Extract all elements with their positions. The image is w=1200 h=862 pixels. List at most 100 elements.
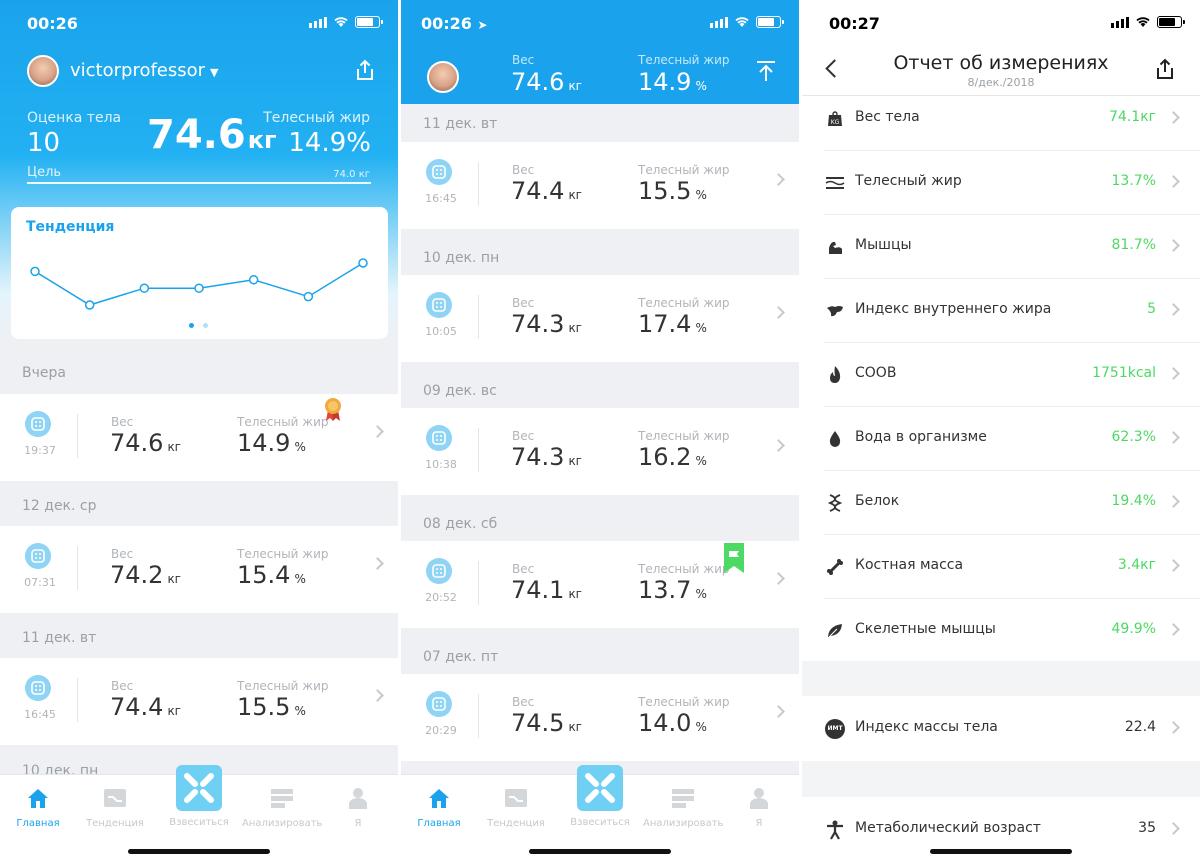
tab-trend[interactable]: Тенденция bbox=[75, 787, 155, 829]
record-row[interactable]: 20:52 Вес 74.1 кг Телесный жир 13.7% bbox=[401, 541, 799, 628]
record-row[interactable]: 07:31 Вес 74.2 кг Телесный жир 15.4% bbox=[0, 526, 398, 613]
metric-row[interactable]: Индекс внутреннего жира 5 bbox=[824, 279, 1200, 343]
battery-icon bbox=[1157, 16, 1185, 28]
avatar[interactable] bbox=[27, 55, 59, 87]
record-fat-value: 15.5 bbox=[237, 693, 291, 721]
metric-value: 35 bbox=[1138, 820, 1156, 836]
chevron-right-icon bbox=[1167, 623, 1180, 636]
tab-me[interactable]: Я bbox=[318, 787, 398, 829]
tab-analyze[interactable]: Анализировать bbox=[242, 787, 322, 829]
record-fat-value: 14.9 bbox=[237, 429, 291, 457]
tab-me[interactable]: Я bbox=[719, 787, 799, 829]
record-weight: 74.1 кг bbox=[511, 576, 582, 604]
visceral-fat-icon bbox=[824, 301, 846, 321]
weigh-button[interactable] bbox=[577, 765, 623, 811]
metric-row[interactable]: KG Вес тела 74.1кг bbox=[824, 87, 1200, 151]
tab-weigh[interactable]: Взвеситься bbox=[560, 817, 640, 828]
metric-name: Телесный жир bbox=[855, 173, 962, 189]
tab-label: Я bbox=[755, 818, 763, 829]
goal-label: Цель bbox=[27, 165, 62, 180]
record-row[interactable]: 20:29 Вес 74.5 кг Телесный жир 14.0% bbox=[401, 674, 799, 761]
weight-label: Вес bbox=[512, 562, 535, 576]
record-fat-value: 16.2 bbox=[638, 443, 692, 471]
body-score-label: Оценка тела bbox=[27, 110, 122, 126]
bmi-icon-text: ИМТ bbox=[825, 719, 845, 739]
trend-point bbox=[84, 300, 95, 310]
status-time: 00:27 bbox=[829, 14, 880, 33]
metric-row[interactable]: СООВ 1751kcal bbox=[824, 343, 1200, 407]
tab-trend[interactable]: Тенденция bbox=[476, 787, 556, 829]
record-row[interactable]: 16:45 Вес 74.4 кг Телесный жир 15.5% bbox=[0, 658, 398, 745]
metric-row-bmi[interactable]: ИМТ Индекс массы тела 22.4 bbox=[824, 697, 1200, 761]
unit-pct: % bbox=[695, 321, 707, 335]
metric-value: 1751kcal bbox=[1092, 365, 1156, 381]
body-fat-icon bbox=[824, 173, 846, 193]
tab-home[interactable]: Главная bbox=[401, 787, 479, 829]
trend-card[interactable]: Тенденция bbox=[11, 207, 388, 339]
signal-icon bbox=[1111, 16, 1129, 28]
unit-kg: кг bbox=[568, 188, 582, 202]
body-score-value: 10 bbox=[27, 128, 61, 158]
share-icon[interactable] bbox=[354, 59, 376, 81]
metric-name: Индекс внутреннего жира bbox=[855, 301, 1052, 317]
signal-icon bbox=[309, 16, 327, 28]
weight-icon: KG bbox=[824, 109, 846, 129]
weight-label: Вес bbox=[512, 695, 535, 709]
record-time: 20:52 bbox=[425, 591, 457, 604]
unit-kg: кг bbox=[568, 454, 582, 468]
history-screen: 00:26 ➤ Вес 74.6 кг Телесный жир 14.9% 11… bbox=[401, 0, 799, 862]
scroll-to-top-icon[interactable] bbox=[755, 60, 777, 82]
tab-home[interactable]: Главная bbox=[0, 787, 78, 829]
record-row[interactable]: 19:37 Вес 74.6 кг Телесный жир 14.9% bbox=[0, 394, 398, 481]
unit-kg: кг bbox=[568, 720, 582, 734]
record-weight: 74.5 кг bbox=[511, 709, 582, 737]
page-title: Отчет об измерениях bbox=[893, 52, 1109, 74]
day-header: 10 дек. пн bbox=[423, 250, 500, 266]
chevron-right-icon bbox=[772, 306, 785, 319]
record-time: 16:45 bbox=[24, 708, 56, 721]
record-row[interactable]: 10:38 Вес 74.3 кг Телесный жир 16.2% bbox=[401, 408, 799, 495]
divider bbox=[77, 546, 78, 590]
record-weight: 74.2 кг bbox=[110, 561, 181, 589]
status-bar: 00:27 bbox=[802, 0, 1200, 46]
muscle-icon bbox=[824, 237, 846, 257]
tab-label: Тенденция bbox=[487, 818, 545, 829]
weight-label: Вес bbox=[512, 163, 535, 177]
trend-icon bbox=[104, 789, 126, 807]
tab-bar: Главная Тенденция Взвеситься Анализирова… bbox=[0, 765, 398, 862]
chevron-right-icon bbox=[1167, 175, 1180, 188]
record-row[interactable]: 16:45 Вес 74.4 кг Телесный жир 15.5% bbox=[401, 142, 799, 229]
chevron-right-icon bbox=[1167, 367, 1180, 380]
metric-row[interactable]: Скелетные мышцы 49.9% bbox=[824, 599, 1200, 663]
scale-icon bbox=[25, 543, 51, 569]
avatar[interactable] bbox=[427, 61, 459, 93]
account-switcher[interactable]: victorprofessor ▼ bbox=[70, 60, 219, 81]
divider bbox=[478, 694, 479, 738]
share-icon[interactable] bbox=[1154, 58, 1176, 80]
metric-row[interactable]: Костная масса 3.4кг bbox=[824, 535, 1200, 599]
day-header: 11 дек. вт bbox=[423, 116, 498, 132]
chevron-right-icon bbox=[772, 572, 785, 585]
status-time: 00:26 bbox=[27, 14, 78, 33]
fat-label: Телесный жир bbox=[638, 429, 730, 443]
record-weight-value: 74.1 bbox=[511, 576, 565, 604]
fat-label: Телесный жир bbox=[638, 296, 730, 310]
status-time-value: 00:26 bbox=[421, 14, 472, 33]
record-weight: 74.3 кг bbox=[511, 443, 582, 471]
tab-weigh[interactable]: Взвеситься bbox=[159, 817, 239, 828]
page-indicator-active bbox=[189, 323, 194, 328]
tab-analyze[interactable]: Анализировать bbox=[643, 787, 723, 829]
metric-name: Вода в организме bbox=[855, 429, 987, 445]
record-weight: 74.6 кг bbox=[110, 429, 181, 457]
metric-row[interactable]: Телесный жир 13.7% bbox=[824, 151, 1200, 215]
weigh-button[interactable] bbox=[176, 765, 222, 811]
battery-icon bbox=[756, 16, 784, 28]
chevron-right-icon bbox=[1167, 822, 1180, 835]
record-row[interactable]: 10:05 Вес 74.3 кг Телесный жир 17.4% bbox=[401, 275, 799, 362]
metric-row[interactable]: Вода в организме 62.3% bbox=[824, 407, 1200, 471]
metric-row[interactable]: Белок 19.4% bbox=[824, 471, 1200, 535]
unit-kg: кг bbox=[568, 321, 582, 335]
fat-label: Телесный жир bbox=[638, 163, 730, 177]
record-time: 07:31 bbox=[24, 576, 56, 589]
metric-row[interactable]: Мышцы 81.7% bbox=[824, 215, 1200, 279]
